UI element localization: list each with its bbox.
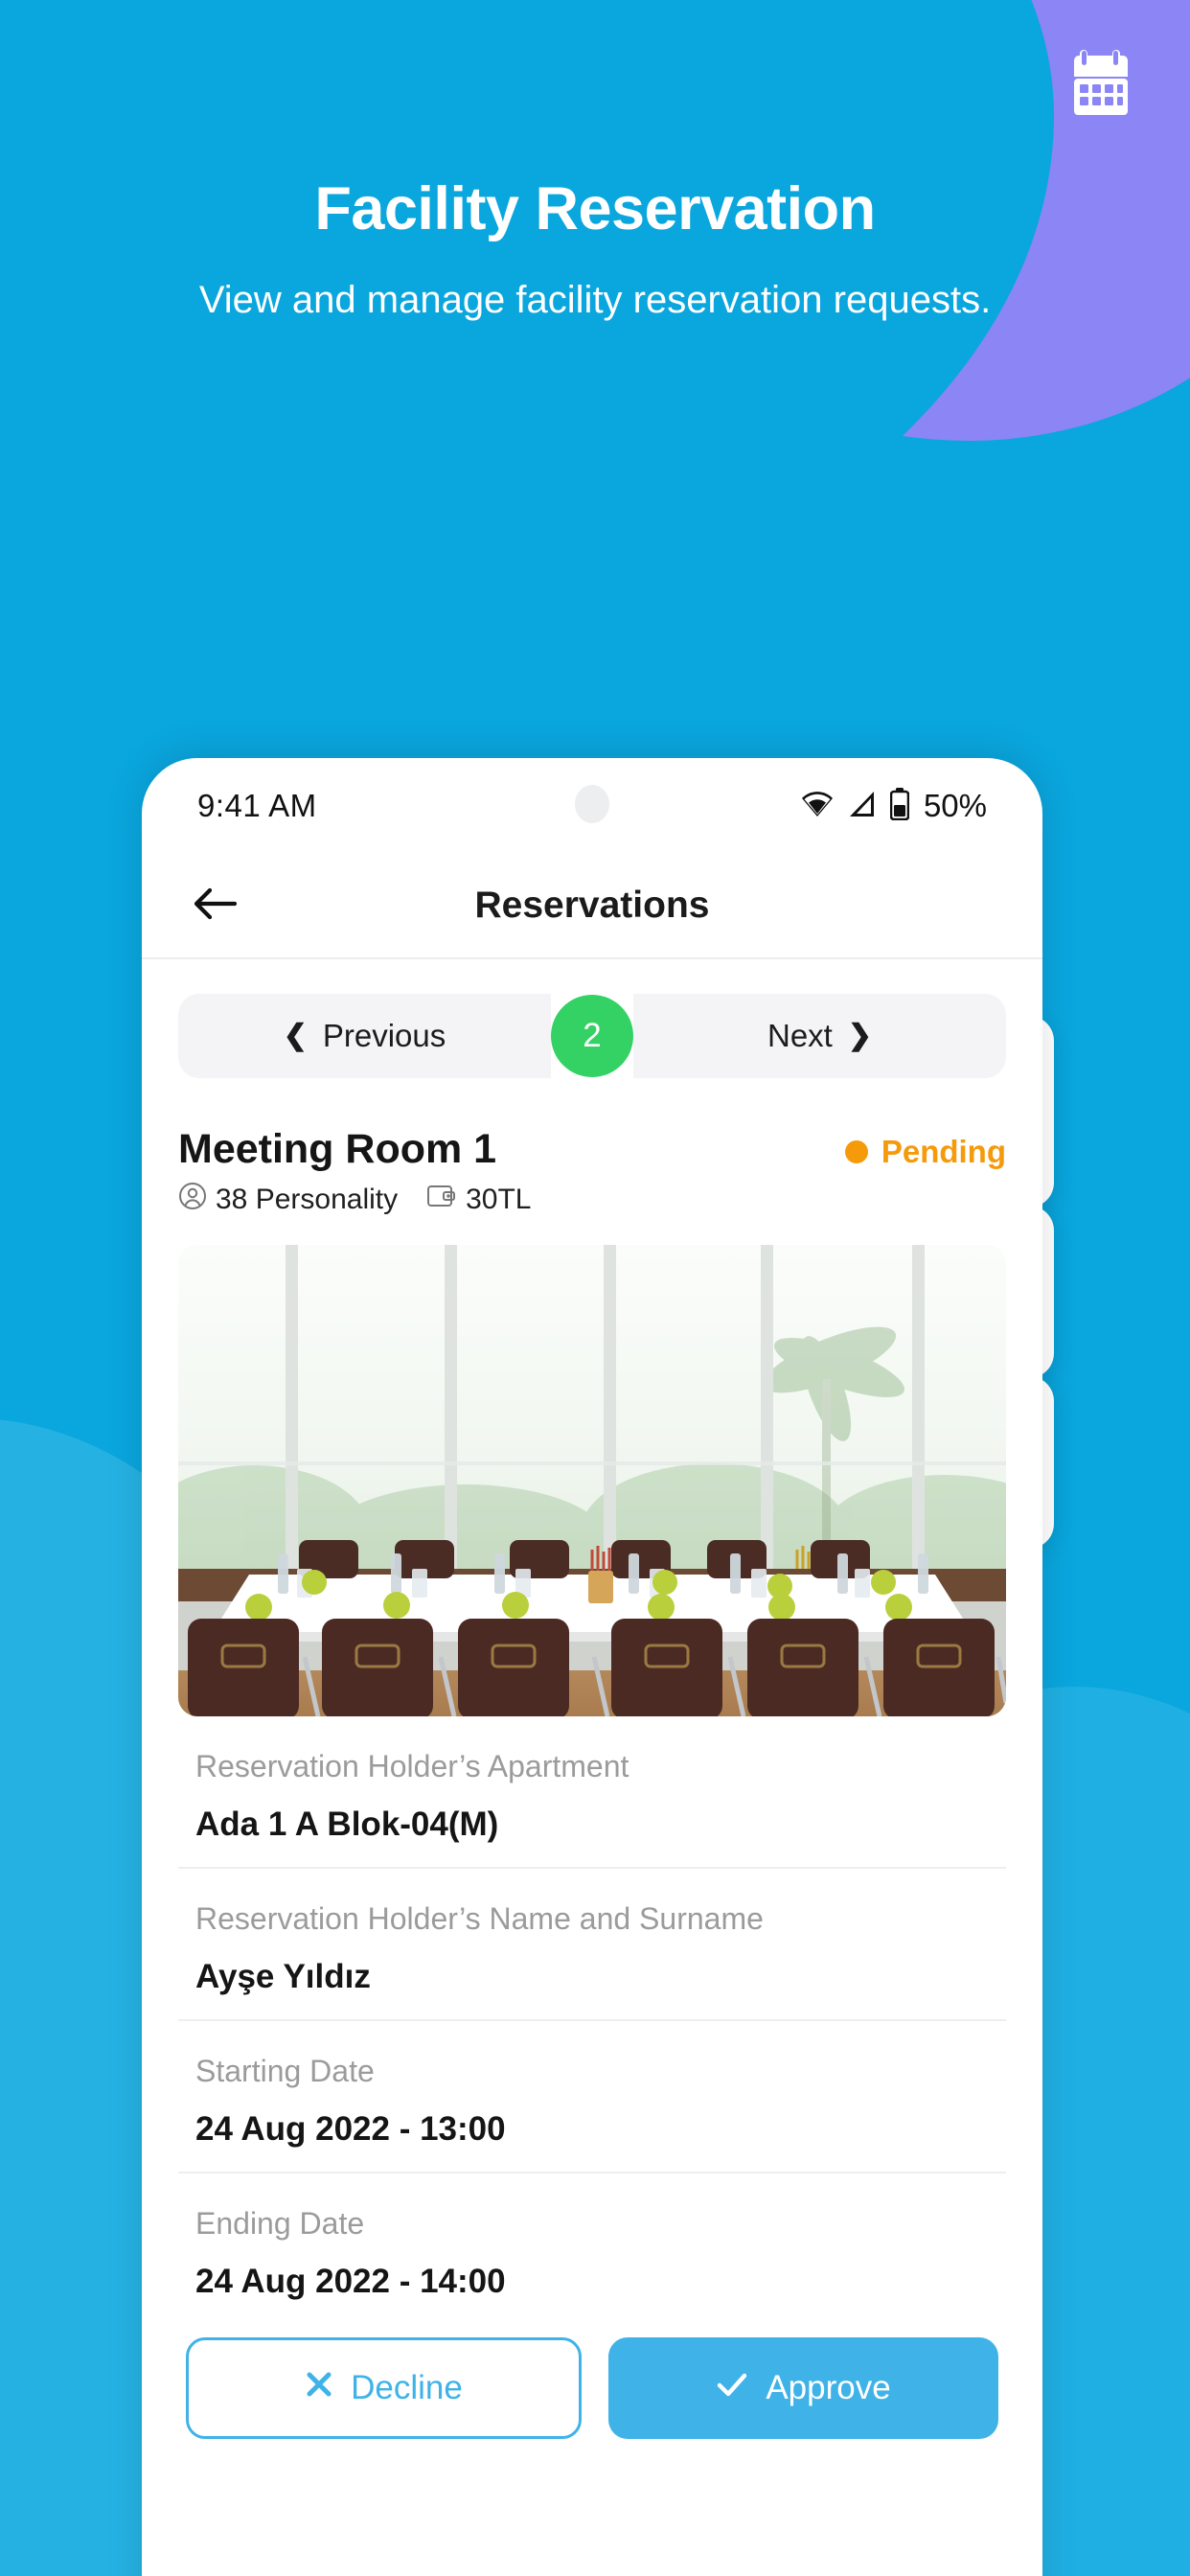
- field-label: Reservation Holder’s Apartment: [195, 1749, 629, 1783]
- price-info: 30TL: [426, 1183, 532, 1217]
- meeting-room-photo: [178, 1245, 1006, 1716]
- chevron-left-icon: ❮: [283, 1020, 308, 1051]
- action-buttons: Decline Approve: [178, 2324, 1006, 2439]
- next-label: Next: [767, 1018, 833, 1053]
- field-value: 24 Aug 2022 - 14:00: [195, 2263, 506, 2300]
- back-button[interactable]: [180, 870, 251, 941]
- battery-icon: [889, 787, 910, 825]
- room-meta: 38 Personality 30TL: [178, 1182, 532, 1218]
- battery-percentage: 50%: [923, 788, 987, 823]
- room-name: Meeting Room 1: [178, 1126, 497, 1172]
- navbar-title: Reservations: [474, 885, 710, 926]
- chevron-right-icon: ❯: [847, 1020, 872, 1051]
- capacity-label: 38 Personality: [216, 1184, 399, 1215]
- close-x-icon: [305, 2369, 333, 2407]
- previous-page-button[interactable]: ❮ Previous: [178, 994, 551, 1078]
- page-subtitle: View and manage facility reservation req…: [198, 279, 992, 321]
- cellular-signal-icon: [847, 790, 878, 823]
- current-page-indicator[interactable]: 2: [551, 995, 633, 1077]
- status-dot-icon: [844, 1140, 868, 1163]
- field-value: 24 Aug 2022 - 13:00: [195, 2110, 506, 2148]
- approve-label: Approve: [766, 2369, 891, 2406]
- front-camera-dot: [575, 785, 609, 823]
- field-apartment: Reservation Holder’s Apartment Ada 1 A B…: [178, 1716, 1006, 1869]
- decline-label: Decline: [351, 2369, 463, 2406]
- price-label: 30TL: [466, 1184, 532, 1215]
- status-bar: 9:41 AM 50%: [142, 758, 1042, 854]
- wifi-icon: [800, 790, 835, 823]
- field-label: Ending Date: [195, 2206, 365, 2241]
- page-title: Facility Reservation: [314, 175, 876, 242]
- field-label: Starting Date: [195, 2054, 375, 2088]
- decline-button[interactable]: Decline: [186, 2337, 582, 2439]
- arrow-left-icon: [193, 886, 239, 927]
- calendar-icon: [1072, 48, 1139, 122]
- field-holder-name: Reservation Holder’s Name and Surname Ay…: [178, 1869, 1006, 2021]
- capacity-info: 38 Personality: [178, 1182, 398, 1218]
- field-ending-date: Ending Date 24 Aug 2022 - 14:00: [178, 2174, 1006, 2324]
- check-icon: [716, 2369, 748, 2407]
- screen-content: ❮ Previous Next ❯ 2 Meeting Room 1 38 Pe…: [142, 959, 1042, 2439]
- status-indicators: 50%: [800, 787, 987, 825]
- field-value: Ada 1 A Blok-04(M): [195, 1806, 499, 1843]
- previous-label: Previous: [322, 1018, 446, 1053]
- app-navbar: Reservations: [142, 854, 1042, 959]
- field-label: Reservation Holder’s Name and Surname: [195, 1901, 764, 1936]
- status-time: 9:41 AM: [197, 788, 317, 823]
- person-circle-icon: [178, 1182, 207, 1218]
- status-label: Pending: [881, 1134, 1006, 1169]
- reservation-header: Meeting Room 1 38 Personality 30TL Pendi…: [178, 1126, 1006, 1218]
- field-starting-date: Starting Date 24 Aug 2022 - 13:00: [178, 2021, 1006, 2174]
- approve-button[interactable]: Approve: [608, 2337, 998, 2439]
- field-value: Ayşe Yıldız: [195, 1958, 371, 1995]
- pagination-bar: ❮ Previous Next ❯ 2: [178, 994, 1006, 1078]
- wallet-icon: [426, 1183, 457, 1217]
- phone-mockup: 9:41 AM 50% Reservations ❮ Previous Next…: [142, 758, 1042, 2576]
- status-badge: Pending: [844, 1126, 1006, 1170]
- reservation-header-left: Meeting Room 1 38 Personality 30TL: [178, 1126, 532, 1218]
- reservation-details: Reservation Holder’s Apartment Ada 1 A B…: [178, 1716, 1006, 2324]
- next-page-button[interactable]: Next ❯: [633, 994, 1006, 1078]
- hero-section: Facility Reservation View and manage fac…: [0, 0, 1190, 322]
